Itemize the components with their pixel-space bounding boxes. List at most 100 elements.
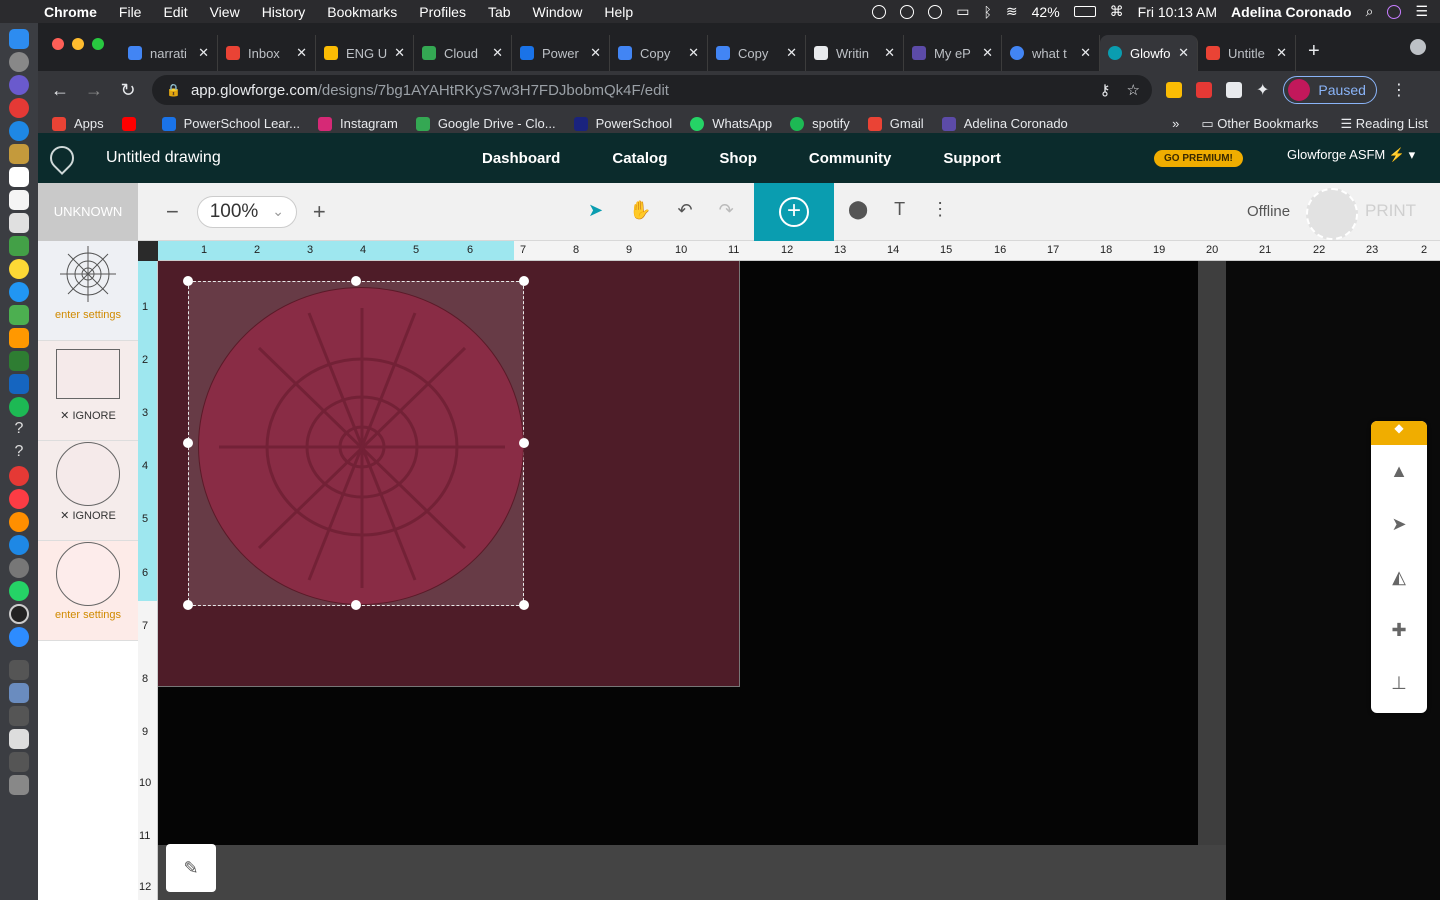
zoom-in-button[interactable]: + xyxy=(313,199,326,225)
layer-label[interactable]: ✕ IGNORE xyxy=(60,509,116,522)
flip-icon[interactable]: ◭ xyxy=(1371,551,1427,604)
menu-edit[interactable]: Edit xyxy=(163,4,187,20)
user-name[interactable]: Adelina Coronado xyxy=(1231,4,1352,20)
pages-icon[interactable] xyxy=(9,328,29,348)
chrome-dock-icon[interactable] xyxy=(9,98,29,118)
news-icon[interactable] xyxy=(9,466,29,486)
account-menu[interactable]: Glowforge ASFM ⚡ ▾ xyxy=(1287,147,1415,163)
trash-icon[interactable] xyxy=(9,775,29,795)
layer-label[interactable]: enter settings xyxy=(55,609,121,621)
resize-handle-ne[interactable] xyxy=(519,276,529,286)
nav-community[interactable]: Community xyxy=(809,150,892,167)
resize-handle-n[interactable] xyxy=(351,276,361,286)
sync-icon[interactable] xyxy=(928,4,943,19)
back-icon[interactable]: ← xyxy=(50,80,70,101)
material-selector[interactable]: UNKNOWN xyxy=(38,182,138,241)
resize-handle-e[interactable] xyxy=(519,438,529,448)
window-thumb-icon-4[interactable] xyxy=(9,729,29,749)
tab-3[interactable]: Cloud ✕ xyxy=(414,35,512,71)
more-options-icon[interactable]: ⋮ xyxy=(931,199,949,220)
tab-2[interactable]: ENG U ✕ xyxy=(316,35,414,71)
glowforge-logo-icon[interactable] xyxy=(45,141,79,175)
tab-6[interactable]: Copy ✕ xyxy=(708,35,806,71)
menubar-app-name[interactable]: Chrome xyxy=(44,4,97,20)
tab-close-icon[interactable]: ✕ xyxy=(982,45,993,61)
zoom-select[interactable]: 100% ⌄ xyxy=(196,195,297,228)
camera-app-icon[interactable] xyxy=(9,604,29,624)
tab-close-icon[interactable]: ✕ xyxy=(1080,45,1091,61)
layer-label[interactable]: ✕ IGNORE xyxy=(60,409,116,422)
wifi-icon[interactable]: ≋ xyxy=(1006,3,1018,20)
layer-item-circle-2[interactable]: enter settings xyxy=(38,541,138,641)
numbers-icon[interactable] xyxy=(9,351,29,371)
finder-icon[interactable] xyxy=(9,29,29,49)
bookmark-powerschool[interactable]: PowerSchool xyxy=(573,116,672,131)
launchpad-icon[interactable] xyxy=(9,52,29,72)
tab-7[interactable]: Writin ✕ xyxy=(806,35,904,71)
bookmark-spotify[interactable]: spotify xyxy=(790,116,850,131)
extension-icon-3[interactable] xyxy=(1226,82,1242,98)
bookmark-gmail[interactable]: Gmail xyxy=(867,116,924,131)
calendar-icon[interactable] xyxy=(9,167,29,187)
siri-icon[interactable] xyxy=(1387,4,1402,19)
bookmark-apps[interactable]: Apps xyxy=(52,116,104,131)
address-bar[interactable]: 🔒 app.glowforge.com/designs/7bg1AYAHtRKy… xyxy=(152,75,1152,105)
tab-close-icon[interactable]: ✕ xyxy=(1178,45,1189,61)
books-icon[interactable] xyxy=(9,512,29,532)
spotlight-search-icon[interactable]: ⌕ xyxy=(1366,3,1374,20)
pan-hand-icon[interactable]: ✋ xyxy=(629,200,651,221)
select-arrow-icon[interactable]: ➤ xyxy=(588,200,603,221)
go-premium-button[interactable]: GO PREMIUM! xyxy=(1154,150,1243,167)
resize-handle-se[interactable] xyxy=(519,600,529,610)
messages-icon[interactable] xyxy=(9,282,29,302)
clock[interactable]: Fri 10:13 AM xyxy=(1138,4,1217,20)
menu-bookmarks[interactable]: Bookmarks xyxy=(327,4,397,20)
bookmarks-overflow[interactable]: » xyxy=(1172,116,1179,131)
other-bookmarks[interactable]: ▭ Other Bookmarks xyxy=(1201,116,1318,132)
tab-9[interactable]: what t ✕ xyxy=(1002,35,1100,71)
whatsapp-dock-icon[interactable] xyxy=(9,581,29,601)
forward-icon[interactable]: → xyxy=(84,80,104,101)
menu-window[interactable]: Window xyxy=(533,4,583,20)
extensions-puzzle-icon[interactable]: ✦ xyxy=(1256,80,1269,100)
stamp-icon[interactable]: ⊥ xyxy=(1371,657,1427,710)
undo-icon[interactable]: ↶ xyxy=(678,200,693,221)
tab-close-icon[interactable]: ✕ xyxy=(492,45,503,61)
bookmark-youtube[interactable] xyxy=(121,116,144,131)
contacts-icon[interactable] xyxy=(9,213,29,233)
new-tab-button[interactable]: + xyxy=(1308,40,1320,63)
app-store-icon[interactable] xyxy=(9,535,29,555)
tab-close-icon[interactable]: ✕ xyxy=(296,45,307,61)
extension-icon-2[interactable] xyxy=(1196,82,1212,98)
bookmark-google-drive[interactable]: Google Drive - Clo... xyxy=(415,116,556,131)
menu-help[interactable]: Help xyxy=(604,4,633,20)
reminders-icon[interactable] xyxy=(9,190,29,210)
resize-handle-w[interactable] xyxy=(183,438,193,448)
spotify-dock-icon[interactable] xyxy=(9,397,29,417)
edit-pencil-button[interactable]: ✎ xyxy=(166,844,216,892)
tab-0[interactable]: narrati ✕ xyxy=(120,35,218,71)
circle-artwork[interactable] xyxy=(198,287,524,605)
resize-handle-nw[interactable] xyxy=(183,276,193,286)
bookmark-powerschool-learning[interactable]: PowerSchool Lear... xyxy=(161,116,300,131)
creative-cloud-icon[interactable] xyxy=(900,4,915,19)
tab-close-icon[interactable]: ✕ xyxy=(198,45,209,61)
status-icon[interactable] xyxy=(872,4,887,19)
resize-handle-s[interactable] xyxy=(351,600,361,610)
layer-item-web[interactable]: enter settings xyxy=(38,241,138,341)
send-icon[interactable]: ➤ xyxy=(1371,498,1427,551)
menu-history[interactable]: History xyxy=(262,4,306,20)
tab-search-icon[interactable] xyxy=(1410,39,1426,55)
airplay-icon[interactable]: ▭ xyxy=(956,3,969,20)
tab-close-icon[interactable]: ✕ xyxy=(688,45,699,61)
selection-box[interactable] xyxy=(183,276,529,610)
redo-icon[interactable]: ↷ xyxy=(719,200,734,221)
tab-close-icon[interactable]: ✕ xyxy=(590,45,601,61)
keyboard-icon[interactable]: ⌘ xyxy=(1110,3,1124,20)
layer-label[interactable]: enter settings xyxy=(55,309,121,321)
bookmark-whatsapp[interactable]: WhatsApp xyxy=(690,116,772,131)
tab-close-icon[interactable]: ✕ xyxy=(786,45,797,61)
help-icon-2[interactable]: ? xyxy=(9,443,29,463)
window-thumb-icon-5[interactable] xyxy=(9,752,29,772)
nav-dashboard[interactable]: Dashboard xyxy=(482,150,560,167)
